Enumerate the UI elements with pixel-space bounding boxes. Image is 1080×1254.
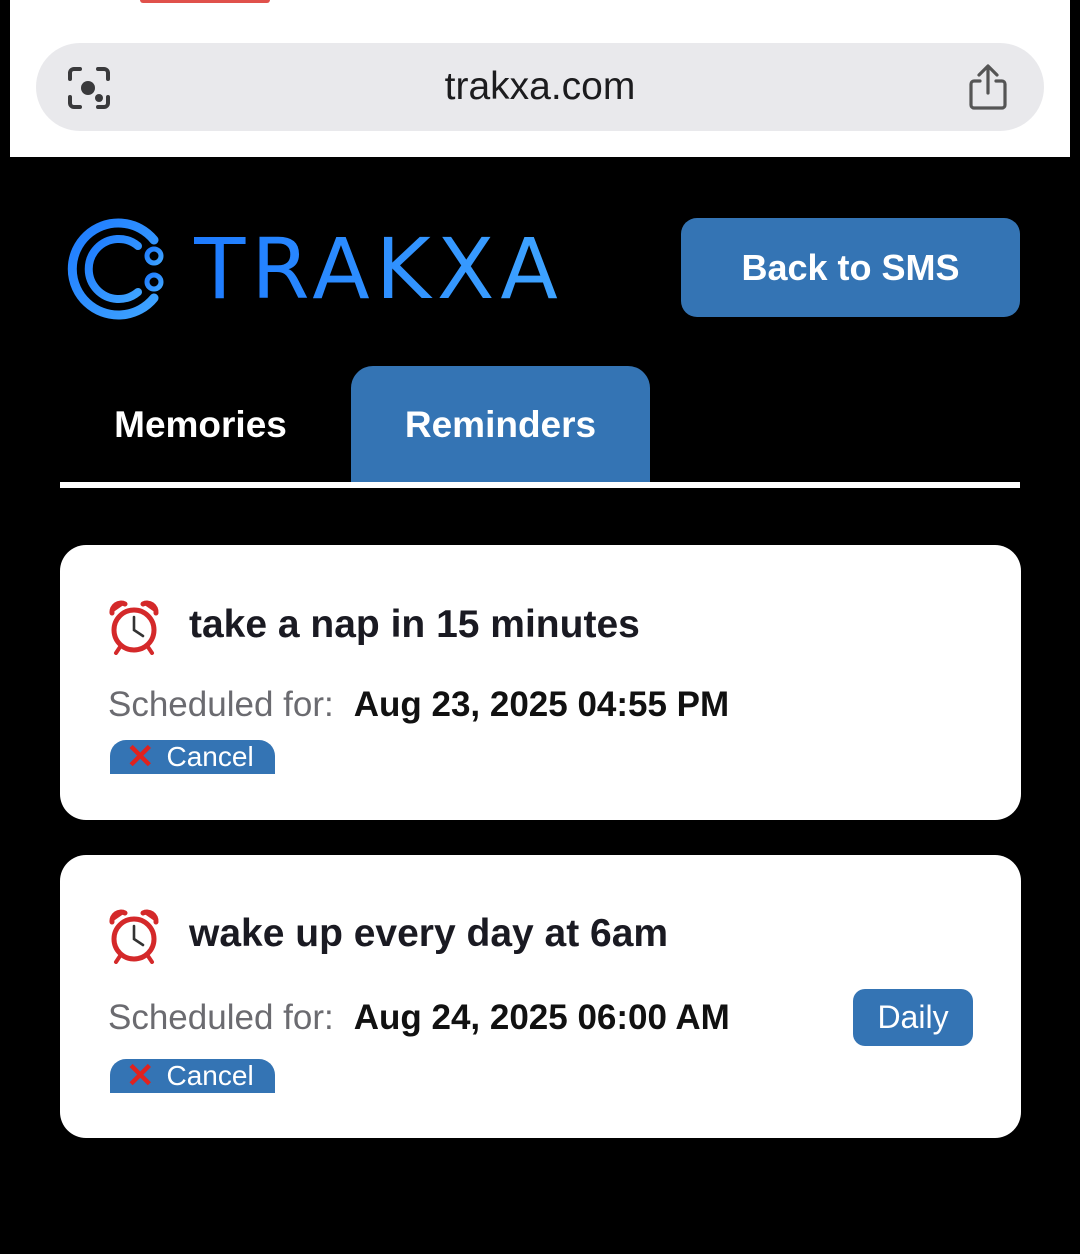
- reminder-card: take a nap in 15 minutes Scheduled for: …: [60, 545, 1021, 820]
- recurrence-badge: Daily: [853, 989, 973, 1046]
- schedule-datetime: Aug 23, 2025 04:55 PM: [353, 685, 730, 724]
- tab-memories[interactable]: Memories: [60, 366, 341, 483]
- schedule-row: Scheduled for: Aug 23, 2025 04:55 PM: [108, 685, 729, 725]
- tab-divider: [60, 482, 1020, 488]
- reminder-title: take a nap in 15 minutes: [189, 603, 640, 646]
- cancel-button[interactable]: ✕ Cancel: [110, 1059, 275, 1093]
- cross-mark-icon: ✕: [126, 1059, 155, 1093]
- schedule-label: Scheduled for:: [108, 685, 334, 724]
- cross-mark-icon: ✕: [126, 740, 155, 774]
- schedule-datetime: Aug 24, 2025 06:00 AM: [353, 998, 730, 1037]
- schedule-label: Scheduled for:: [108, 998, 334, 1037]
- trakxa-logo: TRAKXA: [66, 214, 564, 324]
- trakxa-logo-icon: [67, 218, 164, 320]
- reminder-title: wake up every day at 6am: [189, 912, 669, 955]
- browser-toolbar: trakxa.com: [10, 0, 1070, 157]
- browser-tab-indicator: [140, 0, 270, 3]
- tab-reminders[interactable]: Reminders: [351, 366, 650, 483]
- alarm-clock-icon: [109, 909, 159, 964]
- brand-name: TRAKXA: [194, 220, 564, 318]
- reminder-card: wake up every day at 6am Scheduled for: …: [60, 855, 1021, 1138]
- share-icon[interactable]: [966, 63, 1010, 111]
- url-text[interactable]: trakxa.com: [36, 43, 1044, 131]
- back-to-sms-button[interactable]: Back to SMS: [681, 218, 1020, 317]
- cancel-button[interactable]: ✕ Cancel: [110, 740, 275, 774]
- cancel-label: Cancel: [166, 1060, 254, 1091]
- alarm-clock-icon: [109, 600, 159, 655]
- cancel-label: Cancel: [166, 741, 254, 772]
- address-bar[interactable]: trakxa.com: [36, 43, 1044, 131]
- schedule-row: Scheduled for: Aug 24, 2025 06:00 AM: [108, 998, 730, 1038]
